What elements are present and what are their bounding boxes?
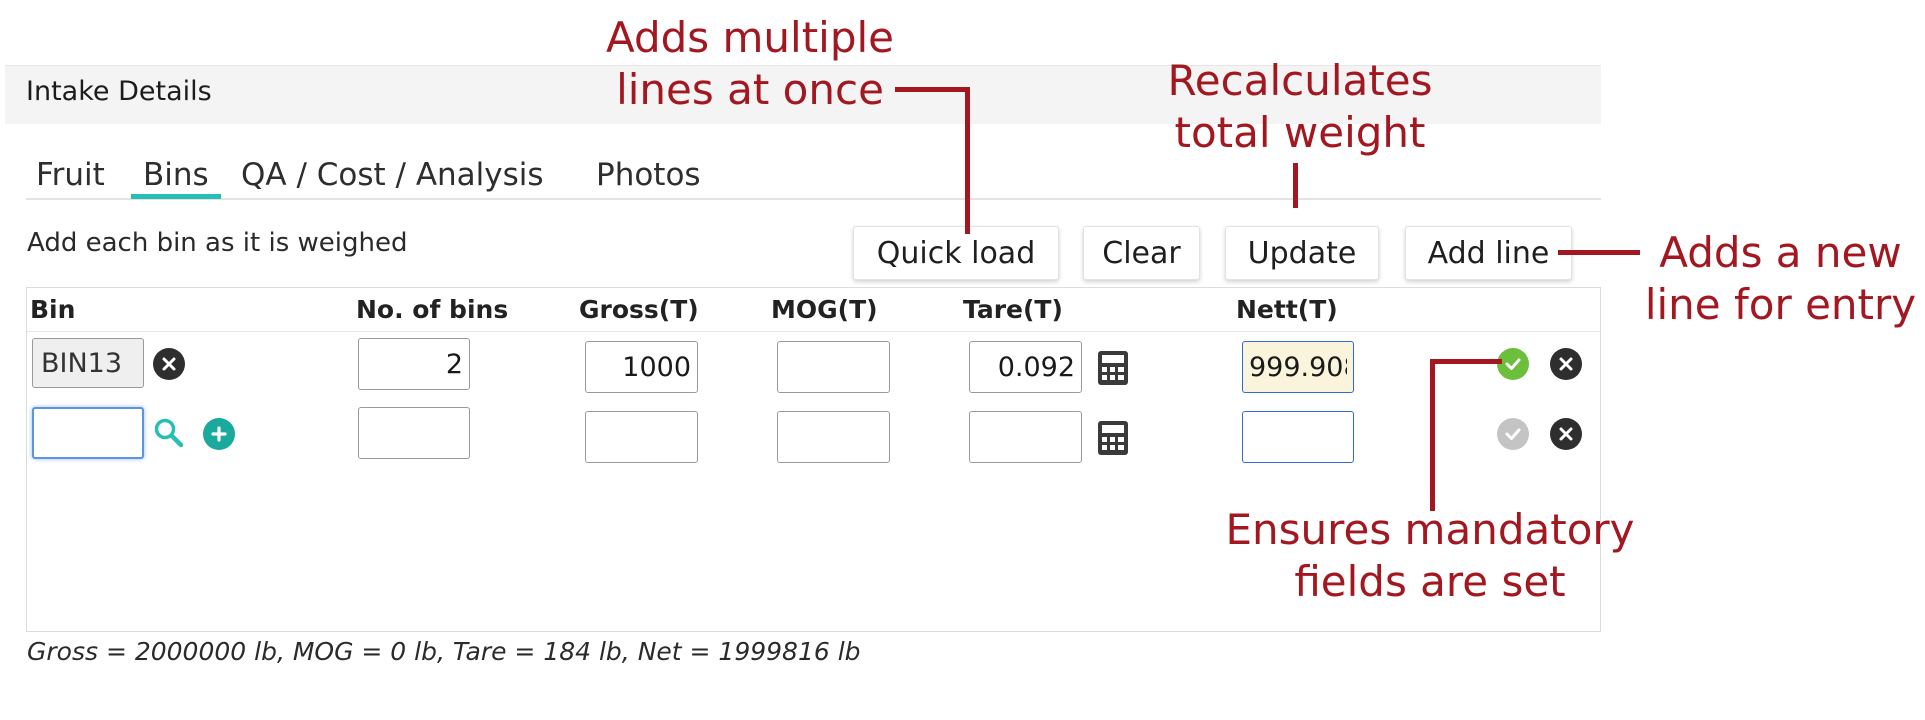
delete-row-icon[interactable]: [1550, 348, 1582, 380]
annotation-line: Adds multiple: [605, 13, 895, 62]
nett-input[interactable]: [1242, 411, 1354, 463]
nett-input[interactable]: [1242, 341, 1354, 393]
calculator-icon[interactable]: [1097, 350, 1129, 390]
tab-active-indicator: [131, 194, 221, 199]
tab-photos[interactable]: Photos: [596, 155, 701, 195]
quick-load-button[interactable]: Quick load: [853, 226, 1059, 280]
annotation-quick-load: Adds multiple lines at once: [590, 12, 910, 116]
check-circle-icon[interactable]: [1497, 418, 1529, 450]
column-header-bin: Bin: [30, 295, 76, 324]
clear-bin-icon[interactable]: [153, 348, 185, 380]
delete-row-icon[interactable]: [1550, 418, 1582, 450]
annotation-line: Recalculates: [1167, 56, 1433, 105]
gross-input[interactable]: [585, 341, 698, 393]
mog-input[interactable]: [777, 411, 890, 463]
tare-input[interactable]: [969, 341, 1082, 393]
no-of-bins-input[interactable]: [358, 407, 470, 459]
totals-summary: Gross = 2000000 lb, MOG = 0 lb, Tare = 1…: [27, 637, 861, 666]
bin-code-input[interactable]: [32, 407, 144, 459]
column-header-gross: Gross(T): [579, 295, 699, 324]
no-of-bins-input[interactable]: [358, 338, 470, 390]
column-header-tare: Tare(T): [963, 295, 1063, 324]
update-button[interactable]: Update: [1225, 226, 1379, 280]
annotation-update: Recalculates total weight: [1150, 55, 1450, 159]
mog-input[interactable]: [777, 341, 890, 393]
tab-qa-cost-analysis[interactable]: QA / Cost / Analysis: [241, 155, 544, 195]
column-header-mog: MOG(T): [771, 295, 878, 324]
tab-bins[interactable]: Bins: [143, 155, 209, 195]
panel-title: Intake Details: [26, 76, 212, 107]
tab-fruit[interactable]: Fruit: [36, 155, 105, 195]
annotation-line: total weight: [1174, 108, 1426, 157]
calculator-icon[interactable]: [1097, 420, 1129, 460]
instruction-text: Add each bin as it is weighed: [27, 228, 408, 258]
add-line-button[interactable]: Add line: [1405, 226, 1572, 280]
annotation-connector: [895, 87, 970, 92]
annotation-connector: [1558, 250, 1640, 255]
annotation-add-line: Adds a new line for entry: [1638, 227, 1923, 331]
tare-input[interactable]: [969, 411, 1082, 463]
annotation-connector: [1430, 359, 1435, 511]
search-icon[interactable]: [153, 417, 185, 453]
annotation-line: Adds a new: [1659, 228, 1902, 277]
annotation-connector: [1293, 163, 1298, 208]
annotation-line: Ensures mandatory: [1225, 505, 1635, 554]
tabs-divider: [26, 198, 1601, 200]
check-circle-icon[interactable]: [1497, 348, 1529, 380]
bin-code-input[interactable]: [32, 338, 144, 388]
plus-circle-icon[interactable]: [203, 418, 235, 450]
gross-input[interactable]: [585, 411, 698, 463]
annotation-connector: [1430, 359, 1502, 364]
grid-header-divider: [27, 331, 1600, 332]
annotation-confirm: Ensures mandatory fields are set: [1210, 504, 1650, 608]
annotation-line: lines at once: [616, 65, 884, 114]
clear-button[interactable]: Clear: [1083, 226, 1200, 280]
column-header-nett: Nett(T): [1236, 295, 1338, 324]
column-header-no-of-bins: No. of bins: [356, 295, 509, 324]
annotation-line: line for entry: [1644, 280, 1917, 329]
annotation-line: fields are set: [1294, 557, 1566, 606]
annotation-connector: [965, 87, 970, 234]
